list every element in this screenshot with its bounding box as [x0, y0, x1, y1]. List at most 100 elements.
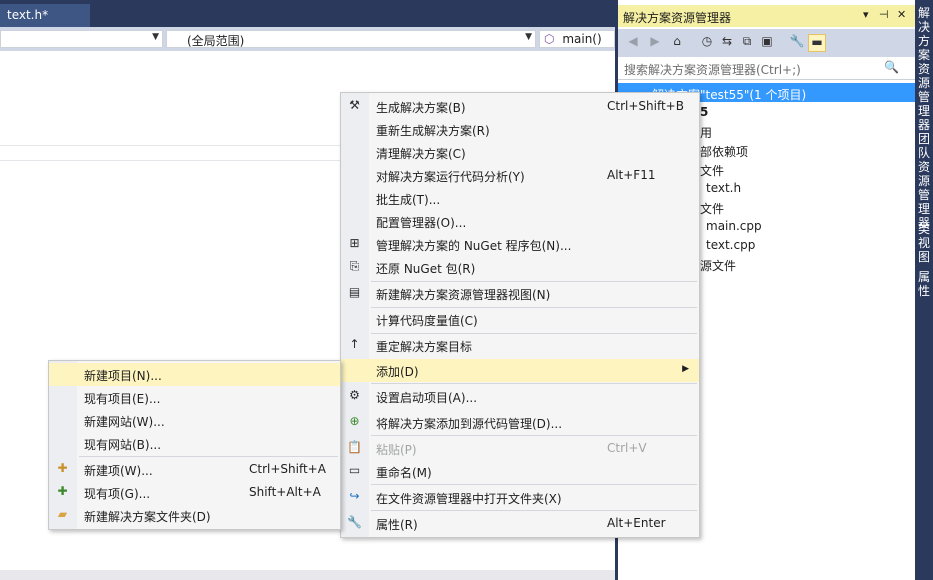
menu-item-label: 新建解决方案资源管理器视图(N)	[376, 288, 551, 302]
menu-item-set-startup-project[interactable]: ⚙ 设置启动项目(A)...	[341, 385, 699, 408]
menu-item-label: 现有项(G)...	[84, 487, 151, 501]
new-item-icon: ✚	[57, 461, 68, 475]
document-tab-strip	[0, 0, 615, 27]
tree-item-label: 文件	[700, 164, 725, 178]
menu-item-rebuild-solution[interactable]: 重新生成解决方案(R)	[341, 118, 699, 141]
menu-item-label: 现有项目(E)...	[84, 392, 161, 406]
tree-item-label: 5	[700, 105, 709, 119]
menu-item-label: 重命名(M)	[376, 466, 432, 480]
tree-item-label: main.cpp	[706, 219, 762, 233]
menu-item-open-in-file-explorer[interactable]: ↪ 在文件资源管理器中打开文件夹(X)	[341, 486, 699, 509]
menu-item-label: 重新生成解决方案(R)	[376, 124, 490, 138]
function-value: main()	[562, 32, 602, 46]
menu-item-new-solution-folder[interactable]: ▰ 新建解决方案文件夹(D)	[49, 504, 340, 527]
menu-item-batch-build[interactable]: 批生成(T)...	[341, 187, 699, 210]
side-tool-rail: 解决方案资源管理器 团队资源管理器 类视图 属性	[915, 0, 933, 580]
search-icon[interactable]: 🔍	[884, 60, 899, 74]
tree-item-label: text.cpp	[706, 238, 756, 252]
menu-item-new-item[interactable]: ✚ 新建项(W)... Ctrl+Shift+A	[49, 458, 340, 481]
menu-item-label: 添加(D)	[376, 365, 419, 379]
tree-item-label: 文件	[700, 202, 725, 216]
menu-item-run-code-analysis[interactable]: 对解决方案运行代码分析(Y) Alt+F11	[341, 164, 699, 187]
menu-item-label: 还原 NuGet 包(R)	[376, 262, 476, 276]
menu-item-shortcut: Ctrl+Shift+A	[249, 462, 326, 476]
menu-item-existing-project[interactable]: 现有项目(E)...	[49, 386, 340, 409]
menu-item-label: 配置管理器(O)...	[376, 216, 467, 230]
solution-explorer-title-bar: 解决方案资源管理器 ▾ ⊣ ✕	[618, 5, 915, 27]
arrow-up-icon: ↑	[349, 337, 360, 351]
menu-item-label: 重定解决方案目标	[376, 340, 473, 354]
menu-item-label: 粘贴(P)	[376, 443, 417, 457]
navigation-bar: ▼ (全局范围) ▼ ⬡ main()	[0, 27, 615, 51]
menu-item-label: 计算代码度量值(C)	[376, 314, 478, 328]
panel-title: 解决方案资源管理器	[623, 11, 732, 25]
function-dropdown[interactable]: ⬡ main()	[539, 30, 615, 48]
menu-item-properties[interactable]: 🔧 属性(R) Alt+Enter	[341, 512, 699, 535]
scope-value: (全局范围)	[187, 34, 245, 48]
show-all-files-icon[interactable]: ▣	[758, 34, 776, 52]
build-icon: ⚒	[349, 98, 360, 112]
rename-icon: ▭	[348, 463, 361, 477]
source-control-icon: ⊕	[349, 414, 360, 428]
scope-dropdown[interactable]: (全局范围) ▼	[166, 30, 536, 48]
menu-item-restore-nuget[interactable]: ⎘ 还原 NuGet 包(R)	[341, 256, 699, 279]
menu-item-add-to-source-control[interactable]: ⊕ 将解决方案添加到源代码管理(D)...	[341, 411, 699, 434]
menu-item-label: 管理解决方案的 NuGet 程序包(N)...	[376, 239, 572, 253]
chevron-down-icon: ▼	[525, 32, 532, 42]
search-input[interactable]: 搜索解决方案资源管理器(Ctrl+;)	[624, 63, 801, 77]
solution-explorer-search[interactable]: 搜索解决方案资源管理器(Ctrl+;) 🔍	[618, 58, 915, 80]
collapse-all-icon[interactable]: ⧉	[738, 34, 756, 52]
menu-item-label: 设置启动项目(A)...	[376, 391, 478, 405]
project-dropdown[interactable]: ▼	[0, 30, 163, 48]
menu-item-label: 对解决方案运行代码分析(Y)	[376, 170, 525, 184]
menu-separator	[371, 383, 697, 384]
tree-item-label: text.h	[706, 181, 742, 195]
preview-toggle-icon[interactable]: ▬	[808, 34, 826, 52]
menu-item-manage-nuget[interactable]: ⊞ 管理解决方案的 NuGet 程序包(N)...	[341, 233, 699, 256]
pin-icon[interactable]: ⊣	[879, 8, 889, 21]
menu-item-rename[interactable]: ▭ 重命名(M)	[341, 460, 699, 483]
menu-item-label: 新建解决方案文件夹(D)	[84, 510, 211, 524]
menu-item-new-explorer-view[interactable]: ▤ 新建解决方案资源管理器视图(N)	[341, 282, 699, 305]
editor-divider-line	[0, 145, 340, 146]
back-icon[interactable]: ◀	[624, 34, 642, 52]
menu-item-label: 属性(R)	[376, 518, 418, 532]
menu-item-label: 生成解决方案(B)	[376, 101, 466, 115]
restore-icon: ⎘	[349, 259, 360, 273]
forward-icon[interactable]: ▶	[646, 34, 664, 52]
horizontal-scrollbar[interactable]	[0, 570, 615, 580]
sync-icon[interactable]: ⇆	[718, 34, 736, 52]
rail-tab-solution-explorer[interactable]: 解决方案资源管理器	[917, 6, 931, 132]
menu-separator	[79, 456, 338, 457]
new-folder-icon: ▰	[57, 507, 68, 521]
wrench-icon: 🔧	[347, 515, 362, 529]
close-icon[interactable]: ✕	[897, 8, 906, 21]
pending-changes-icon[interactable]: ◷	[698, 34, 716, 52]
menu-item-build-solution[interactable]: ⚒ 生成解决方案(B) Ctrl+Shift+B	[341, 95, 699, 118]
menu-item-new-project[interactable]: 新建项目(N)...	[49, 363, 340, 386]
menu-item-existing-item[interactable]: ✚ 现有项(G)... Shift+Alt+A	[49, 481, 340, 504]
properties-wrench-icon[interactable]: 🔧	[788, 34, 806, 52]
menu-item-paste[interactable]: 📋 粘贴(P) Ctrl+V	[341, 437, 699, 460]
menu-item-shortcut: Ctrl+Shift+B	[607, 99, 684, 113]
open-folder-icon: ↪	[349, 489, 360, 503]
menu-item-clean-solution[interactable]: 清理解决方案(C)	[341, 141, 699, 164]
tab-text-h[interactable]: text.h*	[0, 4, 90, 27]
tree-item-label: 源文件	[700, 259, 737, 273]
menu-item-add[interactable]: 添加(D) ▶	[341, 359, 699, 382]
rail-tab-class-view[interactable]: 类视图	[917, 222, 931, 264]
home-icon[interactable]: ⌂	[668, 34, 686, 52]
menu-item-new-website[interactable]: 新建网站(W)...	[49, 409, 340, 432]
menu-item-shortcut: Shift+Alt+A	[249, 485, 321, 499]
menu-item-configuration-manager[interactable]: 配置管理器(O)...	[341, 210, 699, 233]
submenu-arrow-icon: ▶	[682, 364, 689, 374]
dropdown-icon[interactable]: ▾	[863, 8, 869, 21]
rail-tab-team-explorer[interactable]: 团队资源管理器	[917, 132, 931, 230]
menu-item-shortcut: Alt+Enter	[607, 516, 666, 530]
menu-item-existing-website[interactable]: 现有网站(B)...	[49, 432, 340, 455]
menu-item-retarget-solution[interactable]: ↑ 重定解决方案目标	[341, 334, 699, 357]
tree-item-label: 用	[700, 126, 713, 140]
gear-icon: ⚙	[349, 388, 360, 402]
rail-tab-properties[interactable]: 属性	[917, 270, 931, 298]
menu-item-code-metrics[interactable]: 计算代码度量值(C)	[341, 308, 699, 331]
